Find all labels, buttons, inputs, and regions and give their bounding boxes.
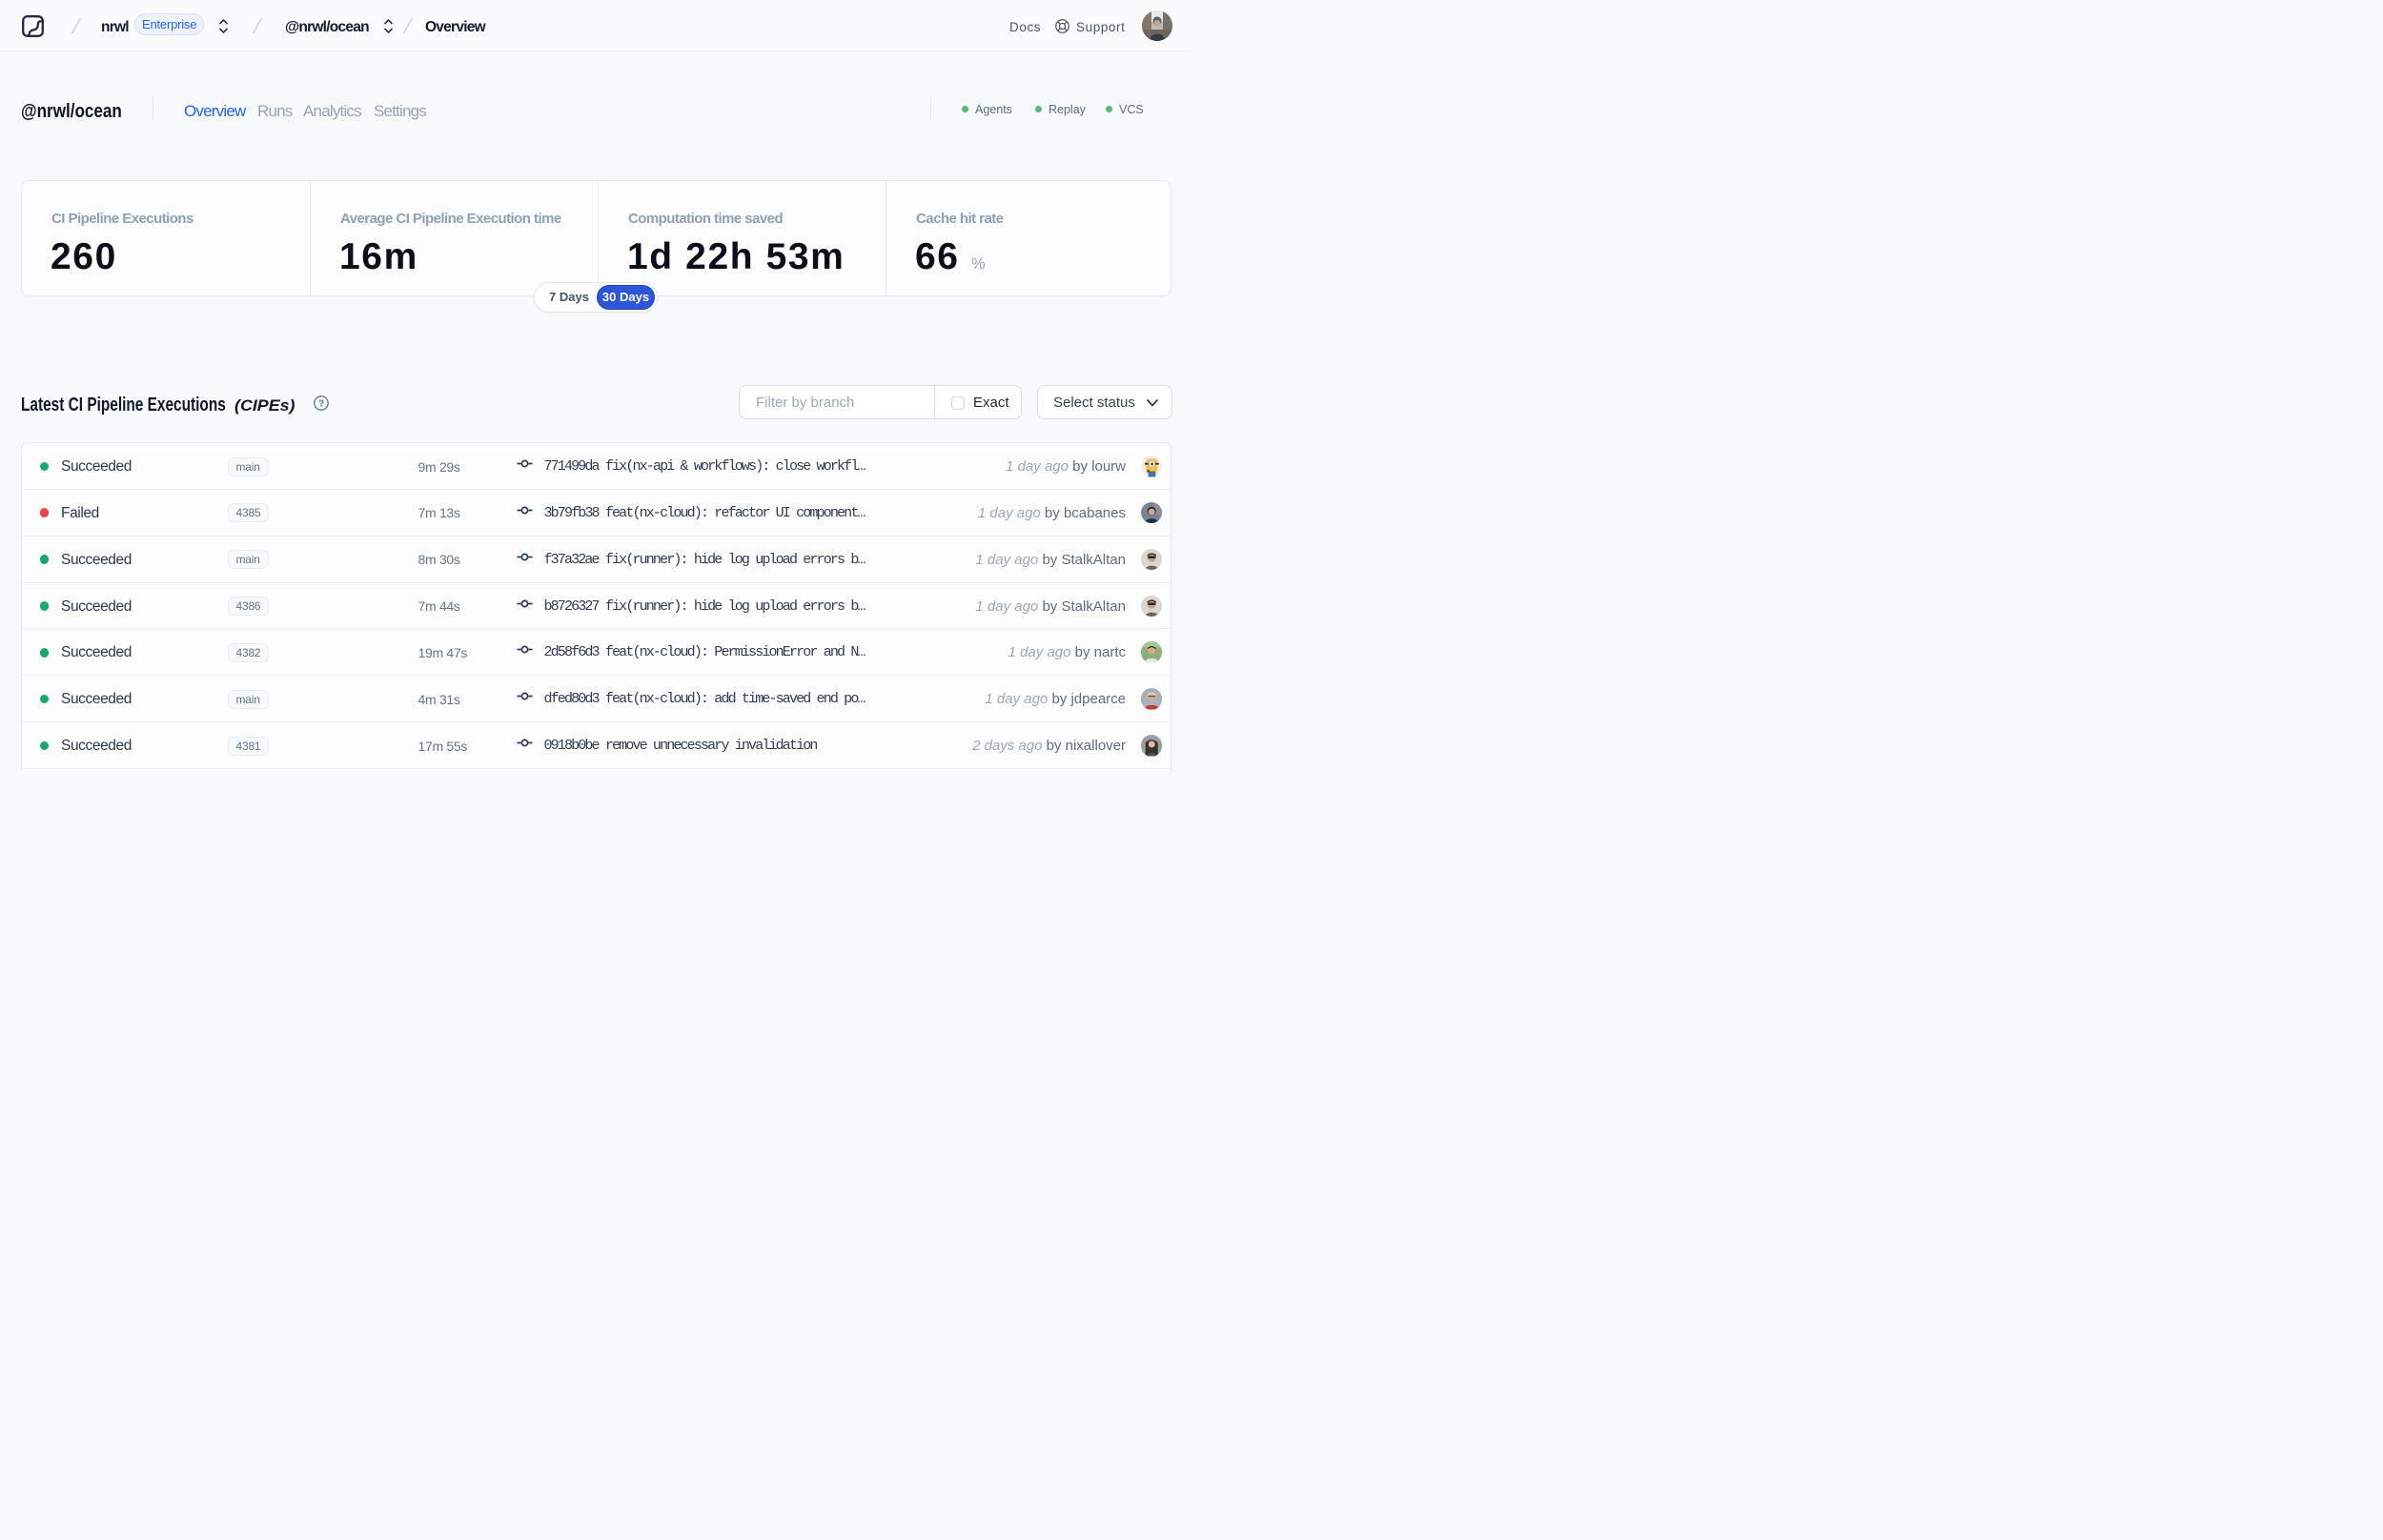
svg-text:?: ? [318, 399, 324, 410]
